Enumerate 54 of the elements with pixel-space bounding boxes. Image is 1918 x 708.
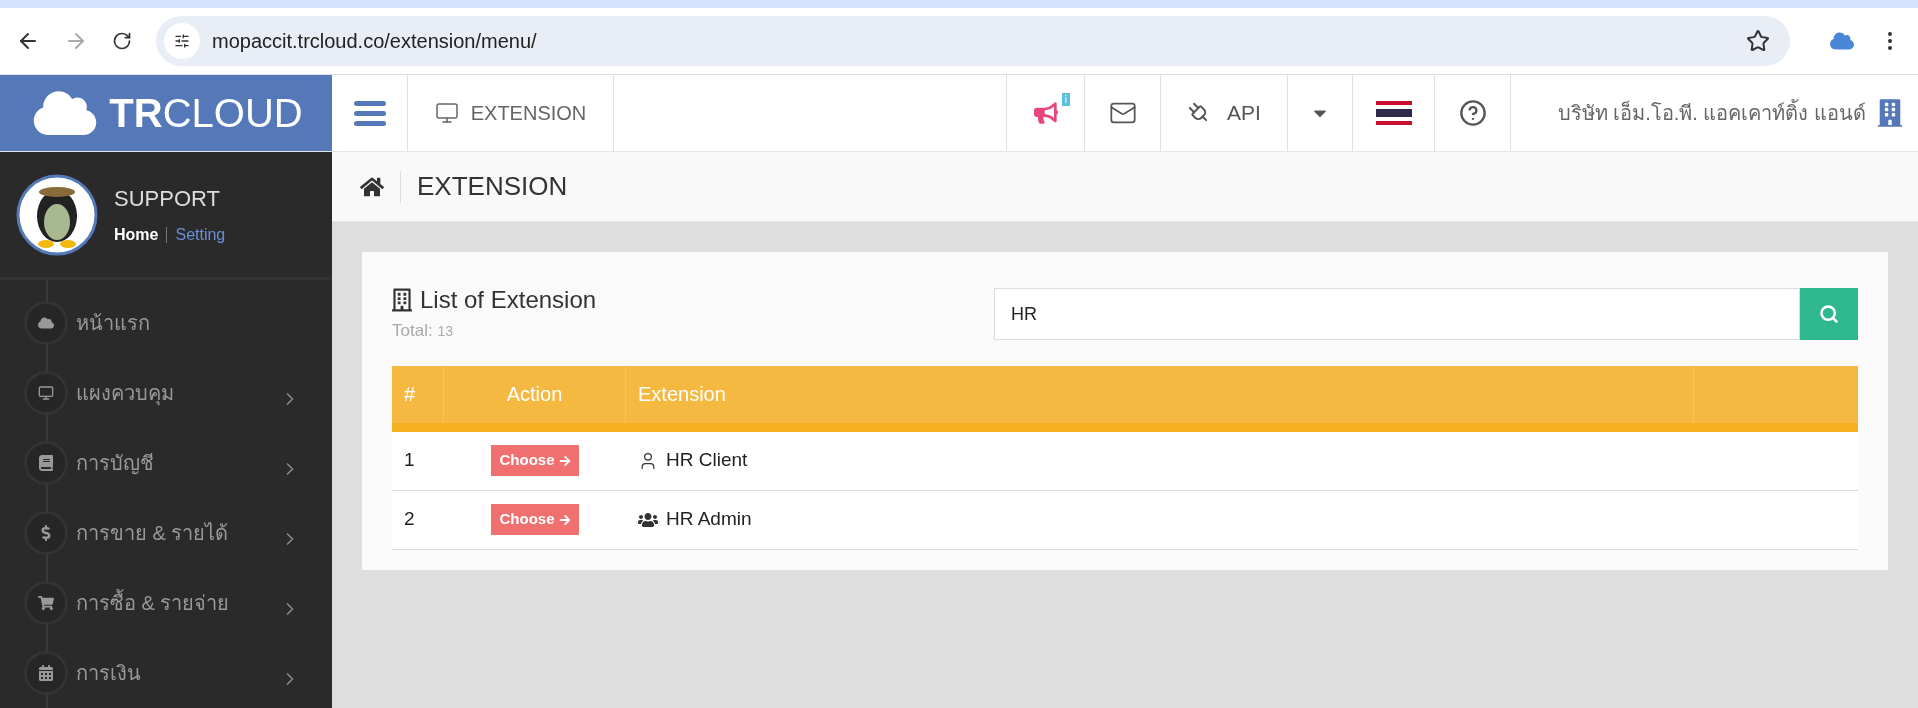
sidebar-item[interactable]: การเงิน <box>0 638 332 708</box>
arrow-right-icon <box>558 454 571 467</box>
sidebar-item[interactable]: การขาย & รายได้ <box>0 498 332 568</box>
profile-link[interactable]: Home <box>114 223 159 247</box>
calendar-icon <box>38 665 54 681</box>
page-label: EXTENSION <box>470 101 587 126</box>
monitor-icon <box>434 101 459 125</box>
monitor-icon <box>38 385 54 401</box>
row-number: 2 <box>403 507 416 532</box>
profile-link[interactable]: Setting <box>175 223 226 247</box>
building-icon <box>1878 97 1902 129</box>
choose-button[interactable]: Choose <box>491 504 579 535</box>
search-field[interactable]: HR <box>994 288 1800 340</box>
sidebar-item[interactable]: การบัญชี <box>0 428 332 498</box>
column-header: Action <box>444 365 626 423</box>
sidebar-item[interactable]: แผงควบคุม <box>0 358 332 428</box>
extension-name: HR Client <box>666 448 748 473</box>
sidebar-label: การบัญชี <box>76 451 155 477</box>
building-icon <box>392 288 412 312</box>
arrow-right-icon <box>558 513 571 526</box>
sidebar-label: การซื้อ & รายจ่าย <box>76 588 272 618</box>
sliders-icon <box>174 33 190 49</box>
search-icon <box>1819 304 1839 324</box>
sidebar-label: หน้าแรก <box>76 311 151 336</box>
site-settings-button[interactable] <box>164 23 200 59</box>
cart-icon <box>38 595 54 611</box>
page-tab[interactable]: EXTENSION <box>408 75 614 151</box>
sidebar-item[interactable]: หน้าแรก <box>0 288 332 358</box>
notification-badge: i <box>1061 93 1070 106</box>
row-number: 1 <box>403 448 416 473</box>
breadcrumb-title: EXTENSION <box>417 170 568 203</box>
url-text: mopaccit.trcloud.co/extension/menu/ <box>212 29 538 54</box>
sidebar-label: แผงควบคุม <box>76 381 175 408</box>
logo-text: TRCLOUD <box>109 93 303 133</box>
choose-button[interactable]: Choose <box>491 445 579 476</box>
reload-icon[interactable] <box>112 31 132 51</box>
profile-name: SUPPORT <box>114 185 221 213</box>
sidebar-label: การขาย & รายได้ <box>76 521 230 546</box>
help-icon <box>1458 99 1487 127</box>
sidebar-label: การเงิน <box>76 661 142 686</box>
cloud-icon <box>38 315 54 331</box>
sidebar-item[interactable]: การซื้อ & รายจ่าย <box>0 568 332 638</box>
column-header: Extension <box>626 365 1694 423</box>
megaphone-icon <box>1033 101 1058 125</box>
card-title: List of Extension <box>420 285 597 315</box>
total-count: Total: 13 <box>392 320 454 342</box>
address-bar[interactable]: mopaccit.trcloud.co/extension/menu/ <box>156 16 1790 66</box>
company-name[interactable]: บริษัท เอ็ม.โอ.พี. แอคเคาท์ติ้ง แอนด์ <box>1557 98 1866 128</box>
bookmark-star-icon[interactable] <box>1746 29 1770 53</box>
flag-icon <box>1375 101 1412 125</box>
column-header: # <box>392 365 444 423</box>
book-icon <box>38 455 54 471</box>
api-button[interactable]: API <box>1160 75 1287 151</box>
extension-name: HR Admin <box>666 507 752 532</box>
